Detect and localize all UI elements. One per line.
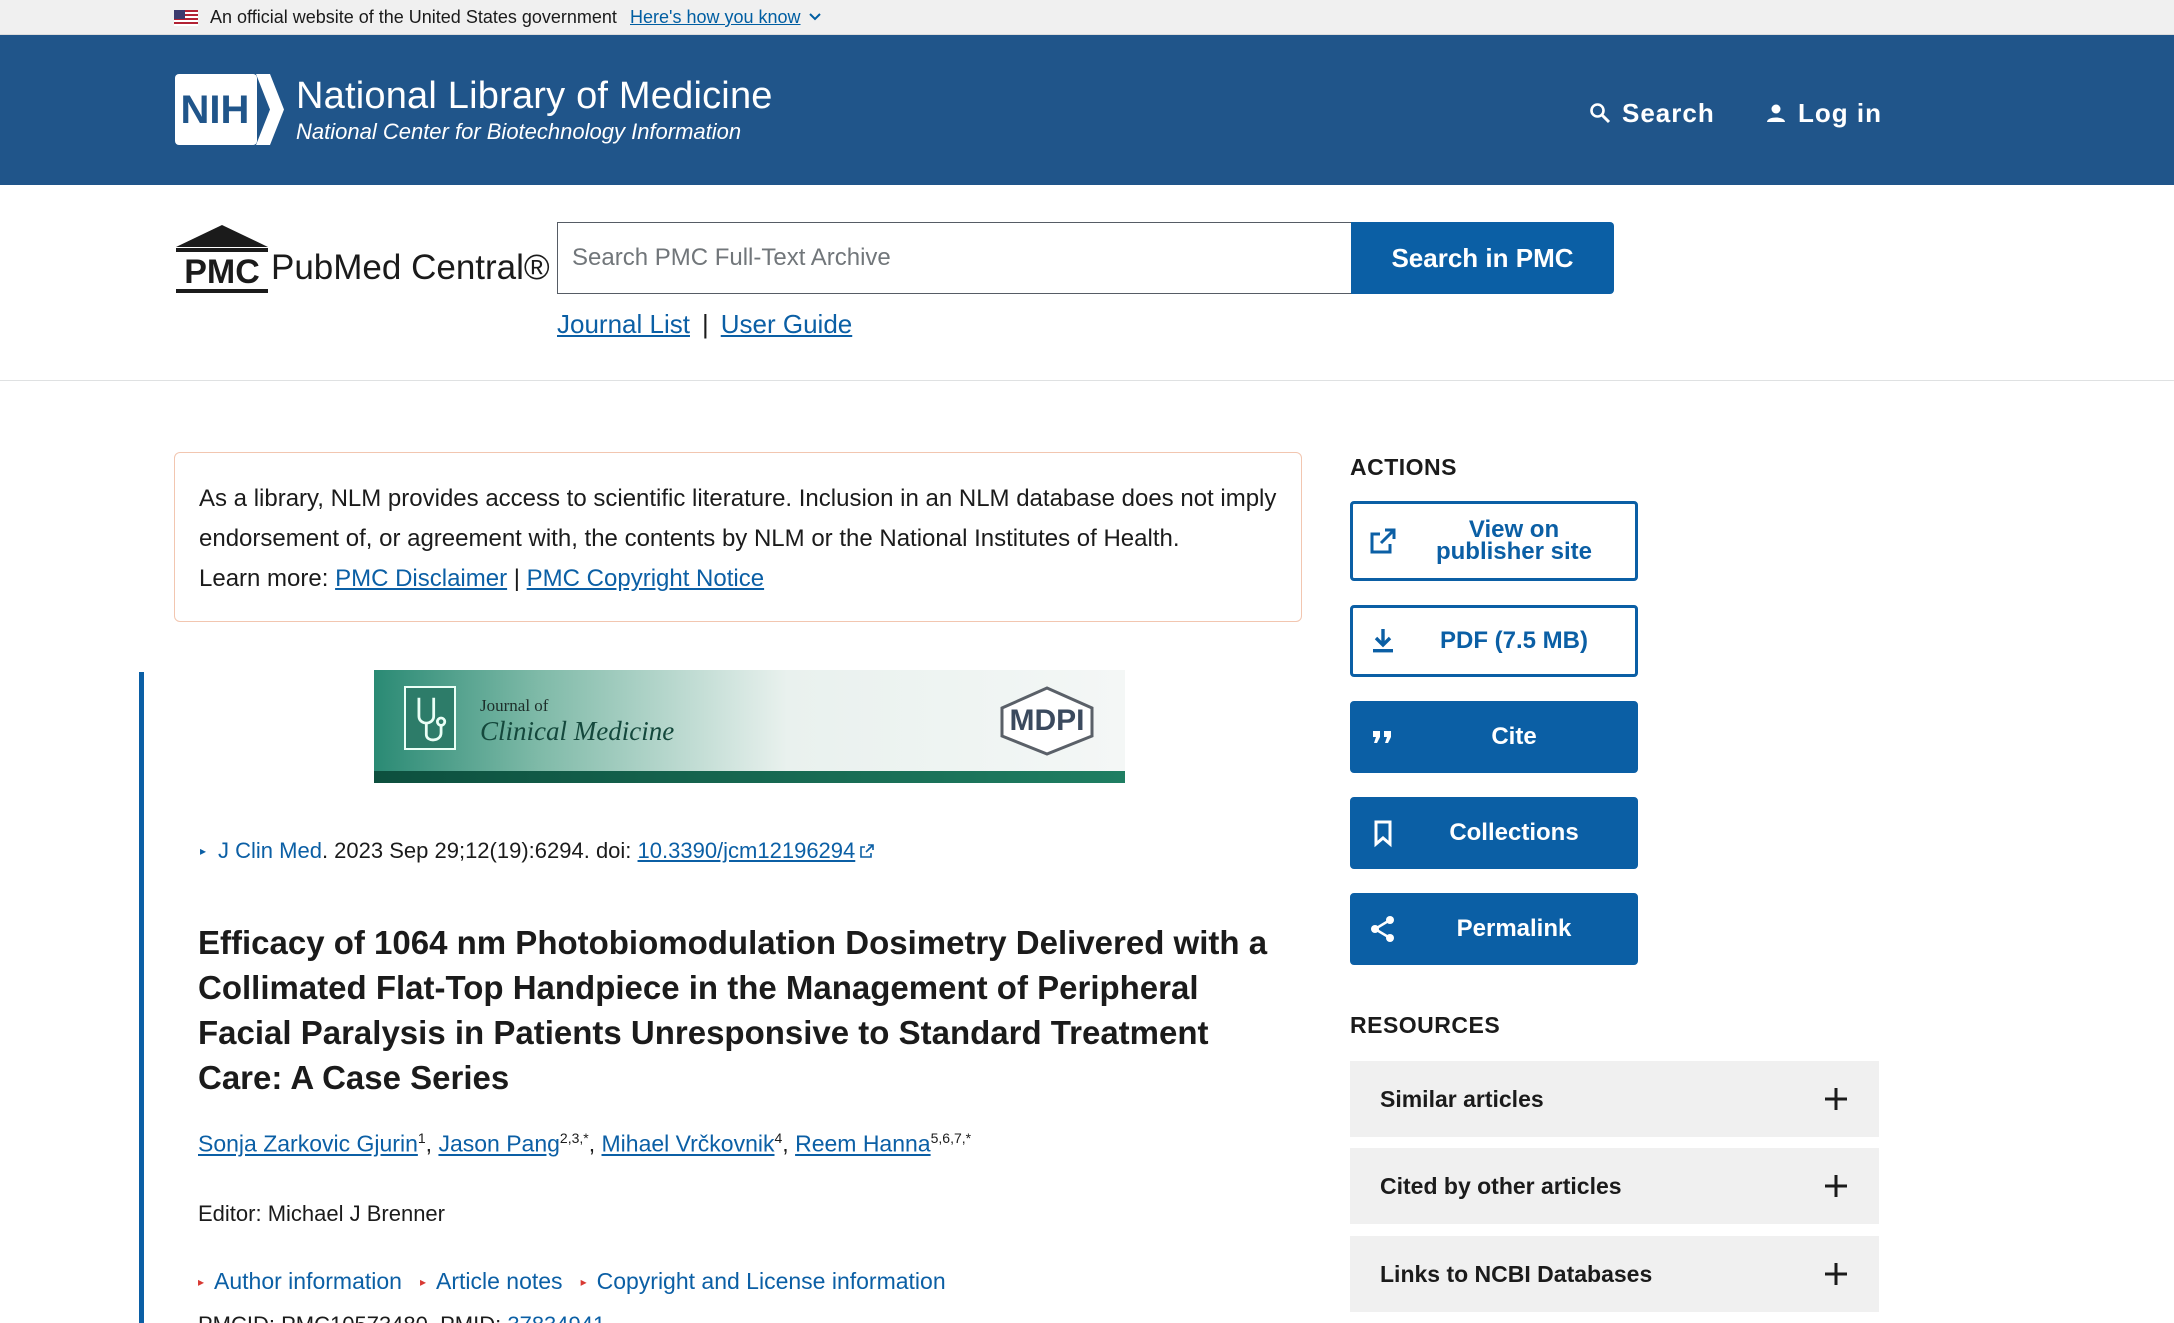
pmc-logo-mark: PMC	[184, 253, 260, 291]
nih-subtitle: National Center for Biotechnology Inform…	[296, 119, 742, 144]
author-information-toggle[interactable]: ▸ Author information	[198, 1268, 402, 1295]
how-you-know-link[interactable]: Here's how you know	[630, 7, 801, 28]
permalink-label: Permalink	[1456, 915, 1572, 942]
pmc-logo[interactable]: PMC	[174, 221, 270, 293]
disclaimer-text: As a library, NLM provides access to sci…	[199, 485, 1277, 552]
expand-triangle-icon: ▸	[198, 1274, 205, 1289]
pmc-copyright-link[interactable]: PMC Copyright Notice	[527, 565, 764, 592]
article-citation: ▸ J Clin Med . 2023 Sep 29;12(19):6294. …	[200, 838, 875, 864]
header-search-button[interactable]: Search	[1588, 93, 1715, 133]
article-notes-toggle[interactable]: ▸ Article notes	[420, 1268, 563, 1295]
journal-banner[interactable]: Journal of Clinical Medicine MDPI	[374, 670, 1125, 783]
article-title: Efficacy of 1064 nm Photobiomodulation D…	[198, 924, 1268, 1096]
author-link[interactable]: Jason Pang	[438, 1131, 559, 1157]
copyright-license-toggle[interactable]: ▸ Copyright and License information	[581, 1268, 946, 1295]
pdf-download-button[interactable]: PDF (7.5 MB)	[1350, 605, 1638, 677]
article-accent-bar	[139, 672, 144, 1323]
mdpi-logo-text: MDPI	[1010, 704, 1085, 737]
external-link-icon	[860, 844, 875, 858]
pmcid-line: PMCID: PMC10573480 PMID: 37834941	[198, 1312, 605, 1323]
links-separator: |	[701, 309, 709, 339]
pmc-search-input[interactable]	[557, 222, 1351, 294]
header-search-label: Search	[1622, 97, 1715, 128]
author-affil: 2,3,*	[559, 1130, 589, 1146]
ncbi-links-accordion[interactable]: Links to NCBI Databases	[1350, 1236, 1879, 1312]
view-publisher-button[interactable]: View on publisher site	[1350, 501, 1638, 581]
resources-heading: RESOURCES	[1350, 1012, 1501, 1038]
nih-logo[interactable]: NIH	[174, 73, 284, 146]
search-in-pmc-button[interactable]: Search in PMC	[1351, 222, 1614, 294]
resource-label: Links to NCBI Databases	[1380, 1260, 1653, 1287]
journal-banner-line1: Journal of	[480, 696, 549, 715]
plus-icon	[1825, 1175, 1847, 1197]
expand-triangle-icon: ▸	[580, 1274, 587, 1289]
cited-by-accordion[interactable]: Cited by other articles	[1350, 1148, 1879, 1224]
header-login-button[interactable]: Log in	[1764, 93, 1882, 133]
info-link-label: Copyright and License information	[596, 1268, 946, 1294]
info-link-label: Article notes	[436, 1268, 563, 1294]
similar-articles-accordion[interactable]: Similar articles	[1350, 1061, 1879, 1137]
journal-abbrev[interactable]: J Clin Med	[218, 838, 322, 864]
gov-banner: An official website of the United States…	[0, 0, 2174, 35]
author-link[interactable]: Reem Hanna	[795, 1131, 931, 1157]
author-link[interactable]: Mihael Vrčkovnik	[602, 1131, 775, 1157]
plus-icon	[1825, 1263, 1847, 1285]
search-icon	[1590, 103, 1611, 124]
collections-button[interactable]: Collections	[1350, 797, 1638, 869]
pdf-label: PDF (7.5 MB)	[1439, 627, 1588, 654]
author-link[interactable]: Sonja Zarkovic Gjurin	[198, 1131, 418, 1157]
article-info-links: ▸ Author information ▸ Article notes ▸ C…	[198, 1268, 946, 1295]
author-affil: 4	[774, 1130, 783, 1146]
resource-label: Similar articles	[1380, 1085, 1544, 1112]
pmcid-label: PMCID: PMC10573480 PMID:	[198, 1312, 507, 1323]
cite-label: Cite	[1491, 723, 1537, 750]
view-publisher-line2: publisher site	[1435, 538, 1593, 565]
pmid-link[interactable]: 37834941	[507, 1312, 605, 1323]
pmc-search-area: PMC PubMed Central® Search in PMC Journa…	[0, 185, 2174, 381]
gov-banner-text: An official website of the United States…	[210, 7, 617, 27]
pmc-logo-name[interactable]: PubMed Central®	[271, 248, 550, 288]
resource-label: Cited by other articles	[1380, 1172, 1622, 1199]
user-icon	[1767, 104, 1785, 122]
nih-title[interactable]: National Library of Medicine	[296, 75, 773, 118]
citation-details: . 2023 Sep 29;12(19):6294. doi:	[321, 838, 638, 863]
journal-banner-line2: Clinical Medicine	[480, 716, 675, 746]
disclaimer-separator: |	[513, 565, 520, 592]
user-guide-link[interactable]: User Guide	[721, 309, 853, 339]
header-login-label: Log in	[1798, 97, 1882, 128]
pmc-disclaimer-link[interactable]: PMC Disclaimer	[335, 565, 507, 592]
plus-icon	[1825, 1088, 1847, 1110]
author-affil: 5,6,7,*	[930, 1130, 972, 1146]
chevron-down-icon[interactable]	[808, 10, 822, 24]
nlm-disclaimer: As a library, NLM provides access to sci…	[174, 452, 1302, 622]
view-publisher-label: View on publisher site	[1393, 518, 1635, 565]
permalink-button[interactable]: Permalink	[1350, 893, 1638, 965]
mdpi-logo: MDPI	[1000, 686, 1094, 756]
expand-triangle-icon[interactable]: ▸	[200, 844, 206, 858]
learn-more-label: Learn more:	[199, 565, 329, 592]
actions-heading: ACTIONS	[1350, 454, 1457, 480]
collections-label: Collections	[1449, 819, 1579, 846]
journal-banner-stripe	[374, 771, 1125, 783]
article-editor: Editor: Michael J Brenner	[198, 1201, 445, 1226]
info-link-label: Author information	[214, 1268, 402, 1294]
stethoscope-icon	[404, 686, 456, 750]
author-list: Sonja Zarkovic Gjurin1, Jason Pang2,3,*,…	[198, 1130, 972, 1157]
nih-logo-text: NIH	[181, 88, 250, 132]
pmc-links: Journal List | User Guide	[557, 309, 852, 340]
us-flag-icon	[174, 10, 198, 26]
cite-button[interactable]: Cite	[1350, 701, 1638, 773]
nih-header: NIH National Library of Medicine Nationa…	[0, 35, 2174, 185]
author-affil: 1	[417, 1130, 426, 1146]
expand-triangle-icon: ▸	[419, 1274, 426, 1289]
doi-link[interactable]: 10.3390/jcm12196294	[638, 838, 856, 864]
journal-list-link[interactable]: Journal List	[557, 309, 690, 339]
